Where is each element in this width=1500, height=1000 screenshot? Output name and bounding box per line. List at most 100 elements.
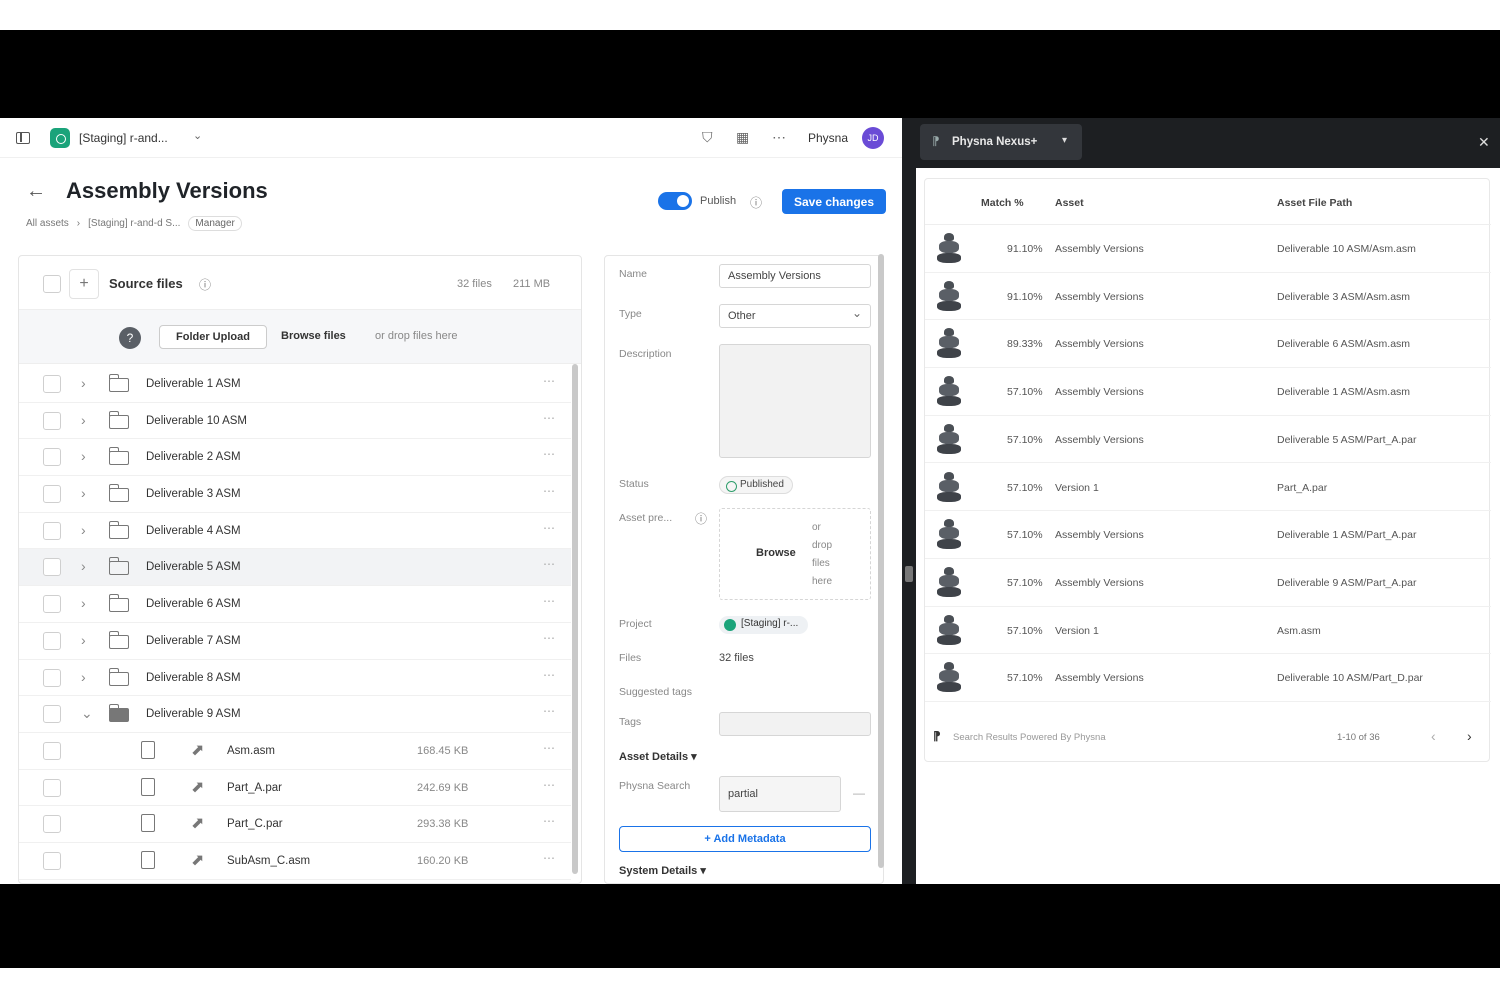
result-row[interactable]: 57.10% Assembly Versions Deliverable 9 ASM… — [925, 559, 1491, 607]
info-icon[interactable]: ⓘ — [695, 510, 707, 527]
preview-dropzone[interactable]: Browse or drop files here — [719, 508, 871, 600]
chevron-right-icon[interactable]: › — [81, 595, 86, 611]
system-details-toggle[interactable]: System Details ▾ — [619, 864, 706, 877]
chevron-right-icon[interactable]: › — [81, 669, 86, 685]
more-icon[interactable]: ⋯ — [543, 521, 555, 535]
folder-row[interactable]: › Deliverable 1 ASM ⋯ — [19, 366, 571, 403]
caret-down-icon[interactable]: ▾ — [1062, 135, 1067, 146]
breadcrumb-all-assets[interactable]: All assets — [26, 218, 69, 229]
more-icon[interactable]: ⋯ — [543, 484, 555, 498]
folder-row[interactable]: › Deliverable 8 ASM ⋯ — [19, 660, 571, 697]
select-all-checkbox[interactable] — [43, 275, 61, 293]
chevron-down-icon[interactable]: ⌄ — [81, 705, 93, 722]
add-metadata-button[interactable]: + Add Metadata — [619, 826, 871, 852]
row-checkbox[interactable] — [43, 595, 61, 614]
row-checkbox[interactable] — [43, 705, 61, 724]
file-list-scrollbar[interactable] — [572, 364, 578, 874]
description-textarea[interactable] — [719, 344, 871, 458]
sidebar-toggle-icon[interactable] — [16, 132, 30, 144]
result-row[interactable]: 89.33% Assembly Versions Deliverable 6 ASM… — [925, 320, 1491, 369]
folder-row[interactable]: › Deliverable 4 ASM ⋯ — [19, 513, 571, 550]
avatar[interactable]: JD — [862, 127, 884, 149]
folder-row[interactable]: › Deliverable 2 ASM ⋯ — [19, 439, 571, 477]
resize-handle[interactable] — [905, 566, 913, 582]
project-badge[interactable]: [Staging] r-... — [719, 616, 809, 634]
column-asset[interactable]: Asset — [1055, 197, 1084, 209]
help-icon[interactable]: ? — [119, 327, 141, 349]
row-checkbox[interactable] — [43, 375, 61, 393]
browse-files-link[interactable]: Browse files — [281, 330, 346, 342]
result-row[interactable]: 57.10% Assembly Versions Deliverable 5 ASM… — [925, 416, 1491, 464]
type-select[interactable]: Other — [719, 304, 871, 328]
folder-row[interactable]: › Deliverable 10 ASM ⋯ — [19, 403, 571, 440]
shield-icon[interactable]: ⛉ — [702, 129, 713, 146]
chevron-down-icon[interactable]: ⌄ — [193, 129, 202, 142]
more-icon[interactable]: ⋯ — [543, 374, 555, 388]
file-row[interactable]: ⬈ SubAsm_C.asm 160.20 KB ⋯ — [19, 843, 571, 880]
folder-upload-button[interactable]: Folder Upload — [159, 325, 267, 349]
folder-row-expanded[interactable]: ⌄ Deliverable 9 ASM ⋯ — [19, 696, 571, 733]
row-checkbox[interactable] — [43, 815, 61, 834]
folder-row[interactable]: › Deliverable 5 ASM ⋯ — [19, 549, 571, 587]
result-row[interactable]: 57.10% Assembly Versions Deliverable 10 AS… — [925, 654, 1491, 702]
save-changes-button[interactable]: Save changes — [782, 189, 886, 214]
tags-input[interactable] — [719, 712, 871, 736]
publish-toggle[interactable] — [658, 192, 692, 210]
result-row[interactable]: 57.10% Version 1 Part_A.par — [925, 464, 1491, 512]
more-icon[interactable]: ⋯ — [543, 778, 555, 792]
close-icon[interactable]: ✕ — [1478, 134, 1490, 151]
row-checkbox[interactable] — [43, 668, 61, 687]
more-icon[interactable]: ⋯ — [543, 741, 555, 755]
project-switcher[interactable]: [Staging] r-and... — [79, 131, 168, 145]
next-page-icon[interactable]: › — [1467, 728, 1472, 744]
more-icon[interactable]: ⋯ — [543, 704, 555, 718]
column-match[interactable]: Match % — [981, 197, 1024, 209]
more-icon[interactable]: ⋯ — [772, 129, 786, 146]
chevron-right-icon[interactable]: › — [81, 522, 86, 538]
more-icon[interactable]: ⋯ — [543, 411, 555, 425]
file-row[interactable]: ⬈ Part_C.par 293.38 KB ⋯ — [19, 806, 571, 843]
row-checkbox[interactable] — [43, 558, 61, 577]
result-row[interactable]: 57.10% Assembly Versions Deliverable 1 ASM… — [925, 511, 1491, 559]
folder-row[interactable]: › Deliverable 6 ASM ⋯ — [19, 586, 571, 623]
result-row[interactable]: 57.10% Assembly Versions Deliverable 1 ASM… — [925, 368, 1491, 416]
back-arrow-icon[interactable]: ← — [26, 180, 46, 203]
more-icon[interactable]: ⋯ — [543, 594, 555, 608]
result-row[interactable]: 91.10% Assembly Versions Deliverable 3 ASM… — [925, 273, 1491, 321]
row-checkbox[interactable] — [43, 485, 61, 504]
more-icon[interactable]: ⋯ — [543, 851, 555, 865]
file-row[interactable]: ⬈ Asm.asm 168.45 KB ⋯ — [19, 733, 571, 770]
chevron-right-icon[interactable]: › — [81, 485, 86, 501]
grid-icon[interactable]: ▦ — [736, 129, 749, 146]
info-icon[interactable]: ⓘ — [750, 194, 762, 211]
add-button[interactable]: + — [69, 269, 99, 299]
project-badge-icon[interactable] — [50, 128, 70, 148]
folder-row[interactable]: › Deliverable 3 ASM ⋯ — [19, 476, 571, 513]
asset-details-toggle[interactable]: Asset Details ▾ — [619, 750, 697, 763]
remove-icon[interactable]: — — [853, 786, 865, 800]
more-icon[interactable]: ⋯ — [543, 557, 555, 571]
folder-row[interactable]: › Deliverable 7 ASM ⋯ — [19, 623, 571, 660]
row-checkbox[interactable] — [43, 448, 61, 467]
chevron-right-icon[interactable]: › — [81, 375, 86, 391]
more-icon[interactable]: ⋯ — [543, 631, 555, 645]
row-checkbox[interactable] — [43, 631, 61, 650]
name-input[interactable]: Assembly Versions — [719, 264, 871, 288]
more-icon[interactable]: ⋯ — [543, 668, 555, 682]
chevron-right-icon[interactable]: › — [81, 632, 86, 648]
more-icon[interactable]: ⋯ — [543, 814, 555, 828]
file-row[interactable]: ⬈ Part_A.par 242.69 KB ⋯ — [19, 770, 571, 807]
info-icon[interactable]: ⓘ — [199, 276, 211, 293]
chevron-right-icon[interactable]: › — [81, 558, 86, 574]
row-checkbox[interactable] — [43, 741, 61, 760]
result-row[interactable]: 57.10% Version 1 Asm.asm — [925, 607, 1491, 655]
column-path[interactable]: Asset File Path — [1277, 197, 1352, 209]
more-icon[interactable]: ⋯ — [543, 447, 555, 461]
details-scrollbar[interactable] — [878, 254, 884, 868]
row-checkbox[interactable] — [43, 778, 61, 797]
preview-browse-link[interactable]: Browse — [756, 547, 796, 559]
result-row[interactable]: 91.10% Assembly Versions Deliverable 10 AS… — [925, 225, 1491, 273]
chevron-right-icon[interactable]: › — [81, 412, 86, 428]
breadcrumb-project[interactable]: [Staging] r-and-d S... — [88, 218, 180, 229]
physna-search-input[interactable]: partial — [719, 776, 841, 812]
